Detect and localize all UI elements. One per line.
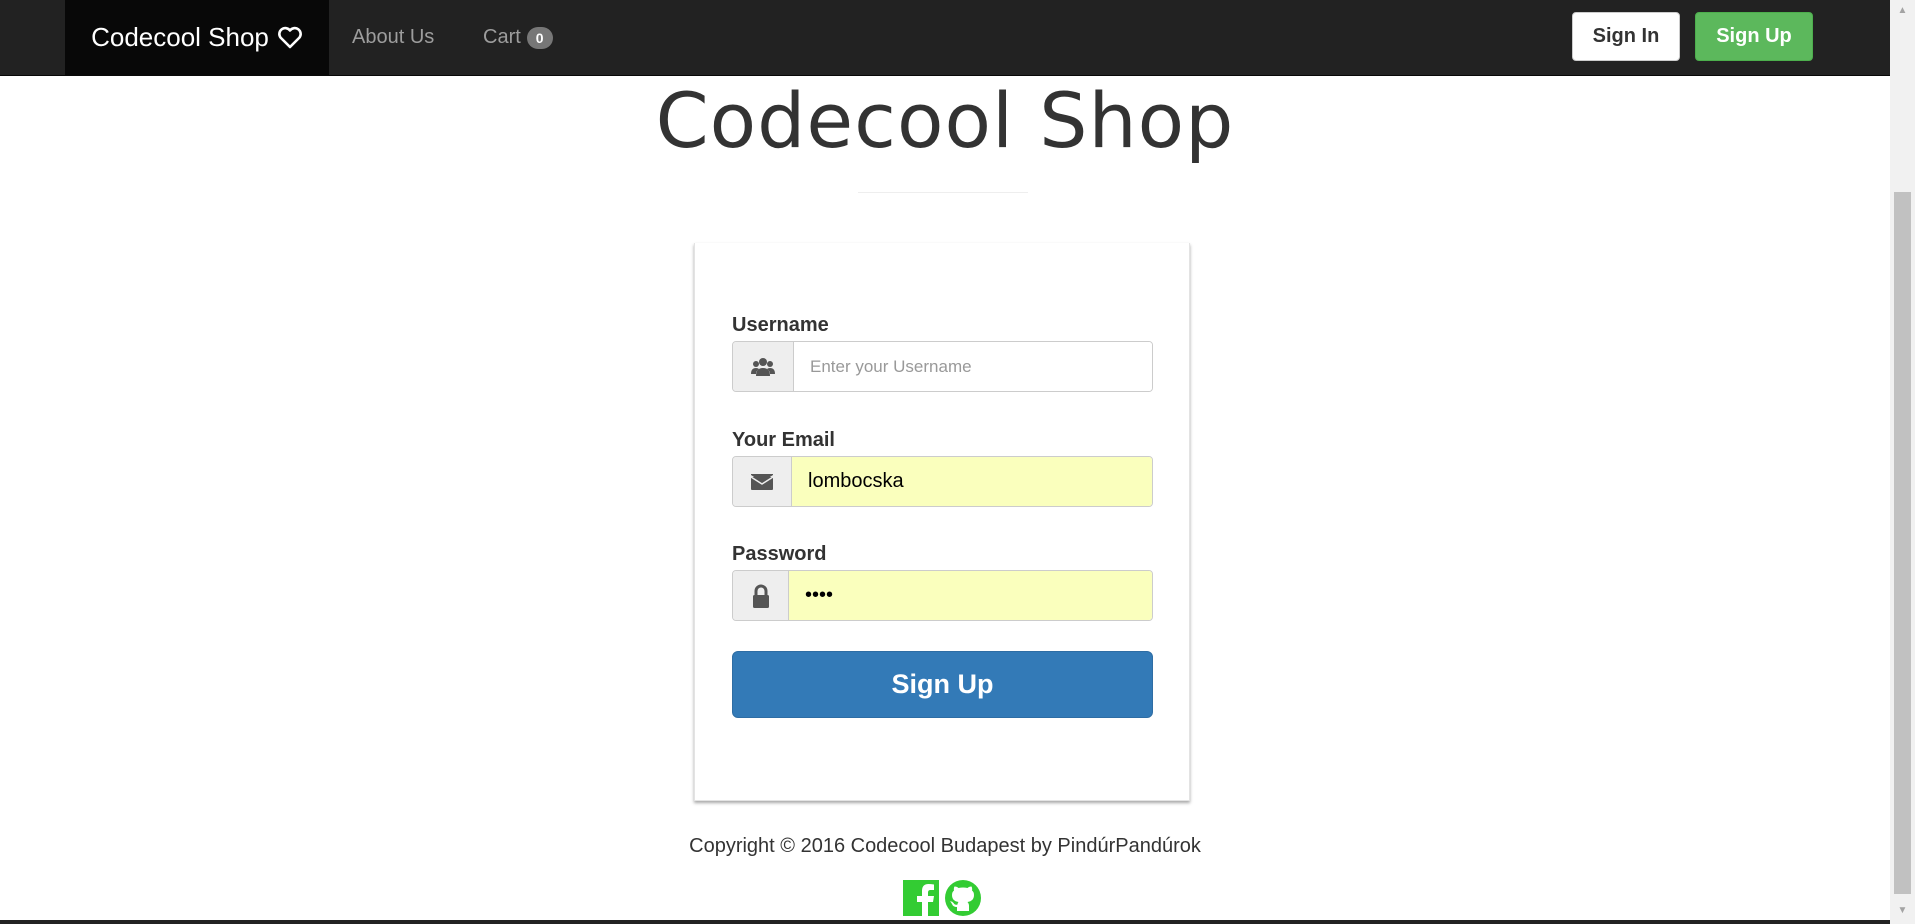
nav-cart[interactable]: Cart 0 xyxy=(483,0,553,75)
brand-label: Codecool Shop xyxy=(91,22,269,52)
sign-in-button[interactable]: Sign In xyxy=(1572,12,1680,61)
footer-copyright: Copyright © 2016 Codecool Budapest by Pi… xyxy=(689,835,1201,857)
top-navbar: Codecool Shop About Us Cart 0 Sign In Si… xyxy=(0,0,1890,76)
username-label: Username xyxy=(732,314,829,336)
title-divider xyxy=(858,192,1028,193)
sign-up-submit-button[interactable]: Sign Up xyxy=(732,651,1153,718)
email-label: Your Email xyxy=(732,429,835,451)
username-input[interactable] xyxy=(794,342,1152,391)
brand-link[interactable]: Codecool Shop xyxy=(65,0,329,75)
lock-icon xyxy=(733,571,789,620)
email-input[interactable] xyxy=(792,457,1152,506)
sign-up-nav-button[interactable]: Sign Up xyxy=(1695,12,1813,61)
nav-cart-label: Cart xyxy=(483,26,521,48)
page-scrollbar[interactable]: ▲ ▼ xyxy=(1890,0,1915,924)
password-label: Password xyxy=(732,543,827,565)
users-icon xyxy=(733,342,794,391)
scroll-down-arrow-icon[interactable]: ▼ xyxy=(1890,900,1915,920)
scroll-thumb[interactable] xyxy=(1894,192,1911,894)
username-input-group xyxy=(732,341,1153,392)
heart-icon xyxy=(277,26,303,50)
email-input-group xyxy=(732,456,1153,507)
github-icon[interactable] xyxy=(945,880,981,916)
envelope-icon xyxy=(733,457,792,506)
password-input-group xyxy=(732,570,1153,621)
nav-about-us[interactable]: About Us xyxy=(352,0,434,75)
scroll-up-arrow-icon[interactable]: ▲ xyxy=(1890,0,1915,20)
nav-about-us-label: About Us xyxy=(352,26,435,48)
password-input[interactable] xyxy=(789,571,1152,620)
cart-count-badge: 0 xyxy=(526,26,553,49)
facebook-icon[interactable] xyxy=(903,880,939,916)
bottom-edge-bar xyxy=(0,920,1890,924)
page-title: Codecool Shop xyxy=(655,76,1235,165)
